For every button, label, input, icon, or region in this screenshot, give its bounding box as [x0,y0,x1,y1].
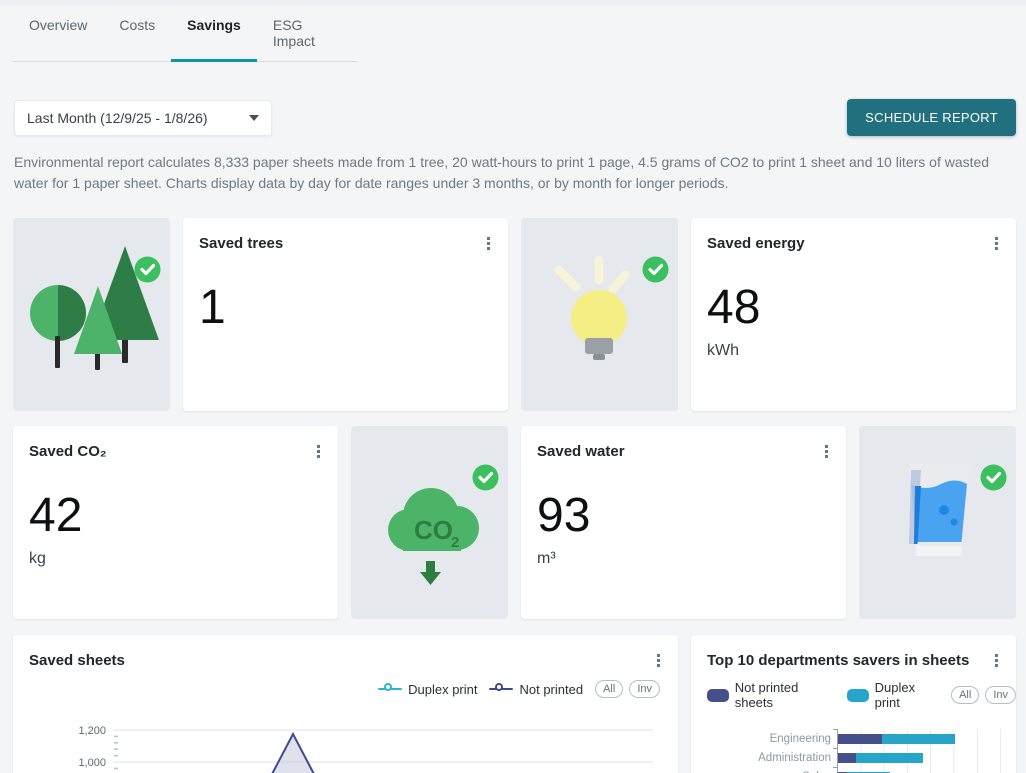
saved-co2-value: 42 [29,492,322,540]
legend-label: Duplex print [408,682,477,697]
top-strip [0,0,1026,6]
water-glass-illustration [859,426,1016,619]
legend-item-duplex-print[interactable]: Duplex print [847,680,943,710]
saved-water-card: Saved water 93 m³ [521,426,846,619]
saved-energy-image-tile [521,218,678,411]
saved-co2-unit: kg [29,550,322,568]
kebab-menu-icon[interactable] [993,652,1000,669]
card-title: Saved trees [199,235,492,252]
chart-title: Saved sheets [29,652,125,669]
charts-row: Saved sheets Duplex print Not printed Al… [13,635,1026,773]
y-axis-tick-label: 1,000 [78,757,106,769]
legend-swatch [847,689,869,702]
department-row: Sales [691,767,1006,773]
department-row: Engineering [691,729,1006,748]
tab-costs[interactable]: Costs [103,10,171,61]
series-area-not-printed [113,734,653,773]
bar-track [837,748,1006,767]
check-badge-icon [980,464,1007,491]
date-range-dropdown[interactable]: Last Month (12/9/25 - 1/8/26) [14,100,272,136]
legend-inv-button[interactable]: Inv [985,686,1016,704]
trees-illustration [13,218,170,411]
card-title: Saved water [537,443,830,460]
check-badge-icon [134,256,161,283]
sheets-line-chart: 1,200 1,000 [13,715,678,773]
departments-bar-chart: Engineering Administration Sales [691,729,1006,773]
legend-swatch [707,689,729,702]
report-description: Environmental report calculates 8,333 pa… [14,152,1012,194]
legend-inv-button[interactable]: Inv [629,680,660,698]
saved-co2-image-tile: CO 2 [351,426,508,619]
kebab-menu-icon[interactable] [823,443,830,460]
series-line-not-printed [113,734,653,773]
saved-water-value: 93 [537,492,830,540]
toolbar: Last Month (12/9/25 - 1/8/26) SCHEDULE R… [14,99,1016,136]
legend-label: Not printed sheets [735,680,839,710]
bar-track [837,767,1006,773]
departments-chart-card: Top 10 departments savers in sheets Not … [691,635,1016,773]
card-title: Saved CO₂ [29,443,322,460]
legend-toggle-group: All Inv [951,686,1016,704]
department-label: Engineering [691,733,837,745]
bar-segment-not-printed-sheets [838,734,882,744]
saved-energy-value: 48 [707,284,1000,332]
check-badge-icon [642,256,669,283]
legend-toggle-group: All Inv [595,680,660,698]
department-label: Administration [691,752,837,764]
check-badge-icon [472,464,499,491]
co2-cloud-illustration: CO 2 [351,426,508,619]
tab-bar: Overview Costs Savings ESG Impact [13,10,357,62]
svg-text:CO: CO [414,515,453,545]
bar-segment-duplex-print [856,753,924,763]
saved-trees-value: 1 [199,284,492,332]
bar-track [837,729,1006,748]
department-row: Administration [691,748,1006,767]
kebab-menu-icon[interactable] [993,235,1000,252]
saved-energy-unit: kWh [707,342,1000,360]
departments-chart-legend: Not printed sheets Duplex print All Inv [707,680,1016,710]
saved-water-image-tile [859,426,1016,619]
y-axis-tick-label: 1,200 [78,725,106,737]
schedule-report-button[interactable]: SCHEDULE REPORT [847,99,1016,136]
departments-bars: Engineering Administration Sales [691,729,1006,773]
legend-line-marker [489,684,513,694]
stats-row-2: Saved CO₂ 42 kg CO 2 Saved water [13,426,1026,619]
tab-savings[interactable]: Savings [171,10,257,61]
tab-esg-impact[interactable]: ESG Impact [257,10,357,61]
legend-item-not-printed-sheets[interactable]: Not printed sheets [707,680,839,710]
date-range-value: Last Month (12/9/25 - 1/8/26) [27,110,241,126]
legend-all-button[interactable]: All [951,686,979,704]
legend-label: Not printed [519,682,583,697]
lightbulb-illustration [521,218,678,411]
saved-co2-card: Saved CO₂ 42 kg [13,426,338,619]
legend-item-duplex-print[interactable]: Duplex print [378,682,477,697]
stats-row-1: Saved trees 1 Saved [13,218,1026,411]
savings-dashboard: Overview Costs Savings ESG Impact Last M… [0,0,1026,773]
kebab-menu-icon[interactable] [315,443,322,460]
chevron-down-icon [249,115,259,121]
bar-segment-duplex-print [882,734,954,744]
bar-segment-not-printed-sheets [838,753,856,763]
saved-water-unit: m³ [537,550,830,568]
sheets-chart-legend: Duplex print Not printed All Inv [378,680,660,698]
legend-label: Duplex print [875,680,943,710]
legend-line-marker [378,684,402,694]
kebab-menu-icon[interactable] [655,652,662,669]
svg-text:2: 2 [451,534,459,551]
saved-trees-card: Saved trees 1 [183,218,508,411]
saved-energy-card: Saved energy 48 kWh [691,218,1016,411]
tab-overview[interactable]: Overview [13,10,103,61]
legend-all-button[interactable]: All [595,680,623,698]
saved-sheets-chart-card: Saved sheets Duplex print Not printed Al… [13,635,678,773]
chart-title: Top 10 departments savers in sheets [707,652,969,669]
saved-trees-image-tile [13,218,170,411]
kebab-menu-icon[interactable] [485,235,492,252]
card-title: Saved energy [707,235,1000,252]
saved-trees-unit [199,342,492,360]
legend-item-not-printed[interactable]: Not printed [489,682,583,697]
